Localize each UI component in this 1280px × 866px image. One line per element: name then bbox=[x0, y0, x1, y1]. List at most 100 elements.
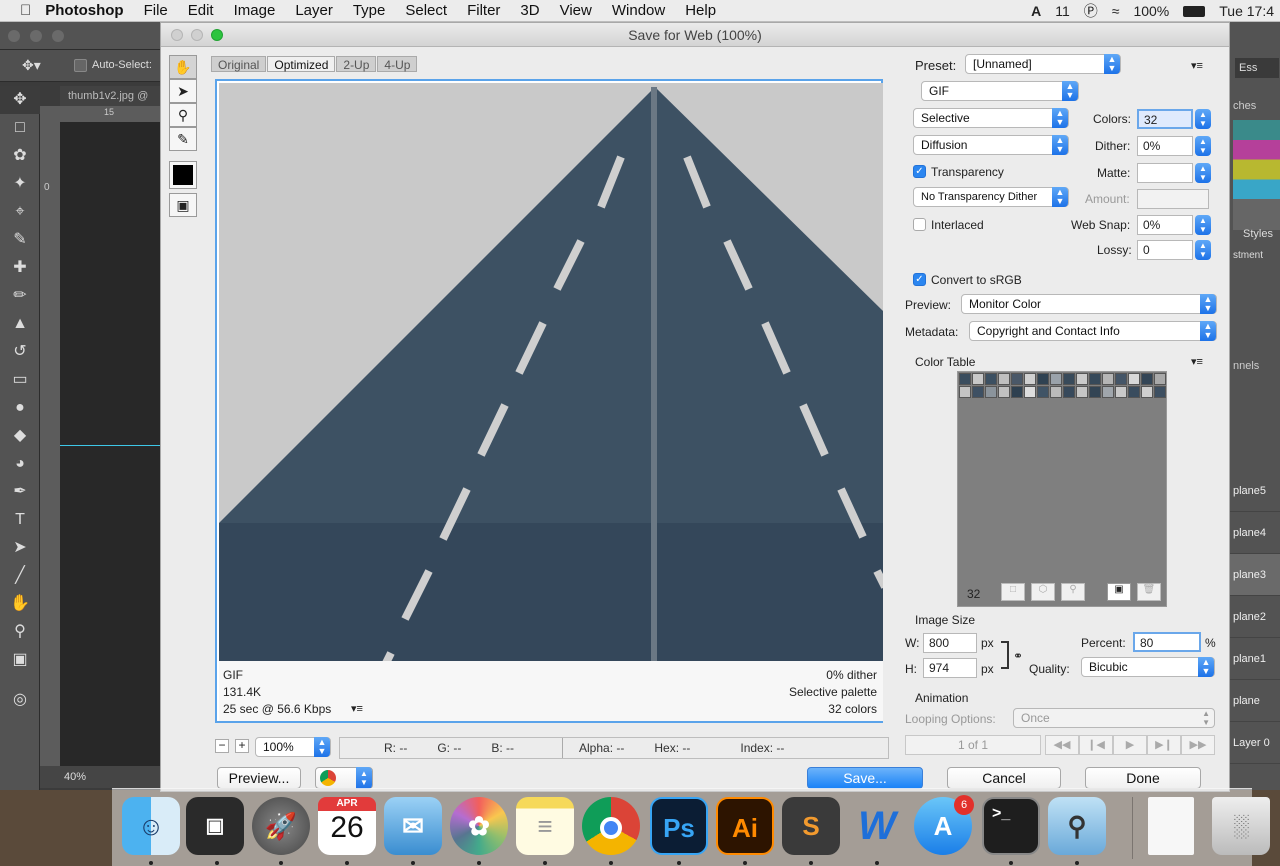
menu-app[interactable]: Photoshop bbox=[45, 2, 123, 19]
sync-icon[interactable]: Ⓟ bbox=[1084, 1, 1098, 21]
lock-color-icon[interactable]: ⚲ bbox=[1061, 583, 1085, 601]
websnap-input[interactable]: 0% bbox=[1137, 215, 1193, 235]
next-frame-button[interactable]: ▶❙ bbox=[1147, 735, 1181, 755]
dither-input[interactable]: 0% bbox=[1137, 136, 1193, 156]
crop-tool-icon[interactable]: ⌖ bbox=[0, 198, 40, 226]
toggle-slices-icon[interactable]: ▣ bbox=[169, 193, 197, 217]
colors-input[interactable]: 32 bbox=[1137, 109, 1193, 129]
height-input[interactable]: 974 bbox=[923, 658, 977, 678]
minimize-button[interactable] bbox=[191, 29, 203, 41]
color-swatch[interactable] bbox=[1089, 386, 1101, 398]
transparency-checkbox[interactable]: ✓ bbox=[913, 165, 926, 178]
color-swatch[interactable] bbox=[1115, 386, 1127, 398]
color-swatch[interactable] bbox=[959, 373, 971, 385]
path-select-icon[interactable]: ➤ bbox=[0, 534, 40, 562]
tab-original[interactable]: Original bbox=[211, 56, 267, 72]
zoom-in-button[interactable]: + bbox=[235, 739, 249, 753]
chrome-icon[interactable] bbox=[582, 797, 640, 855]
document-tab[interactable]: thumb1v2.jpg @ bbox=[60, 86, 160, 106]
color-swatch[interactable] bbox=[1154, 373, 1166, 385]
layer-row[interactable]: plane4 bbox=[1229, 512, 1280, 554]
color-swatch[interactable] bbox=[972, 373, 984, 385]
last-frame-button[interactable]: ▶▶ bbox=[1181, 735, 1215, 755]
eraser-tool-icon[interactable]: ▭ bbox=[0, 366, 40, 394]
new-color-icon[interactable]: ▣ bbox=[1107, 583, 1131, 601]
color-swatch[interactable] bbox=[1141, 386, 1153, 398]
brush-tool-icon[interactable]: ✏ bbox=[0, 282, 40, 310]
color-swatch[interactable] bbox=[1076, 386, 1088, 398]
zoom-tool-icon[interactable]: ⚲ bbox=[169, 103, 197, 127]
trash-icon[interactable]: ░ bbox=[1212, 797, 1270, 855]
delete-color-icon[interactable]: 🗑 bbox=[1137, 583, 1161, 601]
line-tool-icon[interactable]: ╱ bbox=[0, 562, 40, 590]
preview-button[interactable]: Preview... bbox=[217, 767, 301, 789]
guide-line[interactable] bbox=[60, 445, 160, 446]
color-swatches-icon[interactable]: ▣ bbox=[0, 646, 40, 686]
dodge-tool-icon[interactable]: ◕ bbox=[0, 450, 40, 478]
color-swatch[interactable] bbox=[1050, 373, 1062, 385]
color-swatch[interactable] bbox=[972, 386, 984, 398]
preview-app-icon[interactable]: ⚲ bbox=[1048, 797, 1106, 855]
color-swatch[interactable] bbox=[1154, 386, 1166, 398]
launchpad-icon[interactable]: 🚀 bbox=[252, 797, 310, 855]
eyedropper-icon[interactable]: ✎ bbox=[169, 127, 197, 151]
color-table-menu-icon[interactable]: ▾≡ bbox=[1191, 355, 1203, 368]
move-tool-icon[interactable]: ✥▾ bbox=[22, 57, 41, 74]
zoom-level[interactable]: 40% bbox=[64, 771, 86, 783]
color-table[interactable] bbox=[957, 371, 1167, 607]
matte-stepper[interactable]: ▲ ▼ bbox=[1195, 163, 1211, 183]
preset-dropdown[interactable]: [Unnamed] ▲ ▼ bbox=[965, 54, 1121, 74]
percent-input[interactable]: 80 bbox=[1133, 632, 1201, 652]
panel-tab-channels[interactable]: nnels bbox=[1233, 360, 1259, 372]
marquee-tool-icon[interactable]: □ bbox=[0, 114, 40, 142]
finder-icon[interactable]: ☺ bbox=[122, 797, 180, 855]
terminal-icon[interactable]: >_ bbox=[982, 797, 1040, 855]
cancel-button[interactable]: Cancel bbox=[947, 767, 1061, 789]
lasso-tool-icon[interactable]: ✿ bbox=[0, 142, 40, 170]
dashboard-icon[interactable]: ▣ bbox=[186, 797, 244, 855]
illustrator-icon[interactable]: Ai bbox=[716, 797, 774, 855]
battery-icon[interactable] bbox=[1183, 5, 1206, 17]
transparency-dither-dropdown[interactable]: No Transparency Dither ▲ ▼ bbox=[913, 187, 1069, 207]
hand-tool-icon[interactable]: ✋ bbox=[169, 55, 197, 79]
play-button[interactable]: ▶ bbox=[1113, 735, 1147, 755]
color-swatch[interactable] bbox=[1128, 386, 1140, 398]
notes-icon[interactable]: ≡ bbox=[516, 797, 574, 855]
zoom-tool-icon[interactable]: ⚲ bbox=[0, 618, 40, 646]
photos-icon[interactable]: ✿ bbox=[450, 797, 508, 855]
sublime-icon[interactable]: S bbox=[782, 797, 840, 855]
color-swatch[interactable] bbox=[1128, 373, 1140, 385]
color-swatch[interactable] bbox=[1050, 386, 1062, 398]
prev-frame-button[interactable]: ❙◀ bbox=[1079, 735, 1113, 755]
blur-tool-icon[interactable]: ◆ bbox=[0, 422, 40, 450]
save-button[interactable]: Save... bbox=[807, 767, 923, 789]
document-icon[interactable] bbox=[1148, 797, 1194, 855]
dither-algorithm-dropdown[interactable]: Diffusion ▲ ▼ bbox=[913, 135, 1069, 155]
color-swatch[interactable] bbox=[998, 386, 1010, 398]
metadata-dropdown[interactable]: Copyright and Contact Info ▲ ▼ bbox=[969, 321, 1217, 341]
color-swatch[interactable] bbox=[1024, 373, 1036, 385]
layer-row[interactable]: Layer 0 bbox=[1229, 722, 1280, 764]
auto-select-checkbox[interactable] bbox=[74, 59, 87, 72]
menu-view[interactable]: View bbox=[560, 2, 592, 19]
zoom-dropdown[interactable]: 100% ▲ ▼ bbox=[255, 737, 331, 757]
layer-row[interactable]: plane5 bbox=[1229, 470, 1280, 512]
close-button[interactable] bbox=[171, 29, 183, 41]
calendar-icon[interactable]: APR 26 bbox=[318, 797, 376, 855]
optimized-preview[interactable]: GIF 131.4K 25 sec @ 56.6 Kbps ▾≡ 0% dith… bbox=[215, 79, 883, 723]
panel-tab-adjustments[interactable]: stment bbox=[1233, 250, 1263, 261]
word-icon[interactable]: W bbox=[848, 797, 906, 855]
stamp-tool-icon[interactable]: ▲ bbox=[0, 310, 40, 338]
tab-optimized[interactable]: Optimized bbox=[267, 56, 336, 72]
menu-file[interactable]: File bbox=[144, 2, 168, 19]
chain-link-icon[interactable]: ⚭ bbox=[1013, 649, 1023, 663]
tab-4up[interactable]: 4-Up bbox=[377, 56, 418, 72]
reduction-dropdown[interactable]: Selective ▲ ▼ bbox=[913, 108, 1069, 128]
color-swatch[interactable] bbox=[1141, 373, 1153, 385]
menu-select[interactable]: Select bbox=[405, 2, 447, 19]
color-swatch[interactable] bbox=[985, 386, 997, 398]
dither-stepper[interactable]: ▲ ▼ bbox=[1195, 136, 1211, 156]
color-swatch[interactable] bbox=[1076, 373, 1088, 385]
layer-row[interactable]: plane3 bbox=[1229, 554, 1280, 596]
websnap-stepper[interactable]: ▲ ▼ bbox=[1195, 215, 1211, 235]
